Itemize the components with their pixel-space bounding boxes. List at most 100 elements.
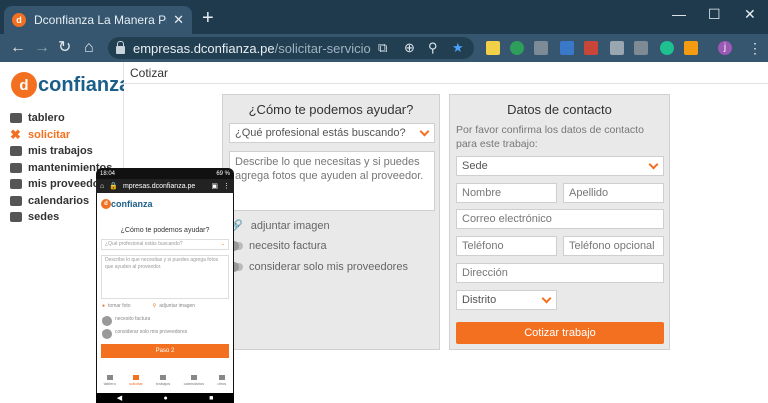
sidebar-item-tablero[interactable]: tablero — [10, 110, 116, 127]
wrench-icon — [10, 162, 22, 173]
close-tab-icon[interactable]: ✕ — [173, 12, 184, 28]
phone-nav-label: otros — [217, 381, 227, 386]
phone-input[interactable]: Teléfono — [456, 236, 557, 256]
professional-select-value: ¿Qué profesional estás buscando? — [235, 127, 406, 139]
home-icon[interactable]: ⌂ — [100, 183, 104, 190]
tabs-icon[interactable]: ▣ — [211, 182, 218, 190]
address-input[interactable]: Dirección — [456, 263, 664, 283]
submit-quote-button[interactable]: Cotizar trabajo — [456, 322, 664, 344]
sidebar-item-label: solicitar — [28, 128, 71, 141]
phone-professional-placeholder: ¿Qué profesional estás buscando? — [105, 241, 183, 247]
screenshot-extension-icon[interactable] — [634, 41, 648, 55]
sede-select[interactable]: Sede — [456, 156, 664, 176]
toggle-icon[interactable] — [102, 328, 112, 339]
tab-title: Dconfianza La Manera Práctica D — [34, 13, 167, 27]
phone-nav-label: calendarios — [183, 381, 205, 386]
dconfianza-logo[interactable]: d confianza — [11, 72, 130, 98]
open-external-icon[interactable]: ⧉ — [378, 37, 387, 59]
minimize-icon[interactable]: — — [672, 6, 686, 22]
sidebar-item-mis-trabajos[interactable]: mis trabajos — [10, 143, 116, 160]
address-bar[interactable]: empresas.dconfianza.pe/solicitar-servici… — [108, 37, 474, 59]
add-icon[interactable]: ⊕ — [404, 37, 415, 59]
phone-url: mpresas.dconfianza.pe — [122, 182, 196, 190]
new-tab-button[interactable]: + — [202, 8, 214, 28]
phone-next-button[interactable]: Paso 2 — [101, 344, 229, 358]
own-providers-toggle[interactable]: considerar solo mis proveedores — [229, 261, 408, 273]
highlighter-extension-icon[interactable] — [486, 41, 500, 55]
description-textarea[interactable]: Describe lo que necesitas y si puedes ag… — [229, 151, 435, 211]
district-select[interactable]: Distrito — [456, 290, 557, 310]
phone-own-providers-label: considerar solo mis proveedores — [115, 329, 188, 335]
nombre-input[interactable]: Nombre — [456, 183, 557, 203]
home-icon[interactable]: ⌂ — [84, 38, 94, 58]
sidebar-item-solicitar[interactable]: ✖ solicitar — [10, 127, 116, 144]
phone-nav-label: solicitar — [129, 381, 143, 386]
chevron-down-icon — [419, 126, 430, 136]
phone-nav-solicitar[interactable]: solicitar — [129, 375, 143, 393]
email-input[interactable]: Correo electrónico — [456, 209, 664, 229]
invoice-toggle[interactable]: necesito factura — [229, 240, 327, 252]
home-icon[interactable]: ● — [163, 395, 167, 402]
paperclip-icon[interactable]: ⚲ — [153, 303, 157, 309]
url-path: /solicitar-servicio — [274, 40, 371, 56]
check-extension-icon[interactable] — [510, 41, 524, 55]
apellido-input[interactable]: Apellido — [563, 183, 664, 203]
phone-own-providers-toggle[interactable]: considerar solo mis proveedores — [102, 328, 188, 339]
take-photo-label[interactable]: tomar foto — [108, 303, 131, 309]
tools-icon: ✖ — [10, 126, 21, 142]
orange-extension-icon[interactable] — [684, 41, 698, 55]
bookmark-star-icon[interactable]: ★ — [452, 37, 464, 59]
page-extension-icon[interactable] — [610, 41, 624, 55]
phone-nav-otros[interactable]: otros — [217, 375, 226, 393]
more-icon — [218, 375, 225, 380]
attach-label[interactable]: adjuntar imagen — [159, 303, 195, 309]
optional-phone-input[interactable]: Teléfono opcional — [563, 236, 664, 256]
phone-address-bar[interactable]: ⌂ 🔒 mpresas.dconfianza.pe ▣ ⋮ — [96, 179, 234, 193]
phone-nav-tablero[interactable]: tablero — [104, 375, 116, 393]
phone-description-textarea[interactable]: Describe lo que necesitas y si puedes ag… — [101, 255, 229, 299]
phone-photo-options: ● tomar foto ⚲ adjuntar imagen — [102, 303, 195, 309]
lock-icon: 🔒 — [109, 183, 118, 190]
toggle-icon[interactable] — [102, 315, 112, 326]
profile-avatar[interactable]: j — [718, 41, 732, 55]
code-extension-icon[interactable] — [534, 41, 548, 55]
pdf-extension-icon[interactable] — [584, 41, 598, 55]
forward-icon[interactable]: → — [34, 38, 50, 58]
tools-icon — [132, 375, 139, 380]
window-close-icon[interactable]: ✕ — [744, 6, 756, 23]
phone-description-placeholder: Describe lo que necesitas y si puedes ag… — [105, 257, 219, 270]
help-title: ¿Cómo te podemos ayudar? — [248, 102, 414, 117]
translate-extension-icon[interactable] — [560, 41, 574, 55]
favicon-icon: d — [12, 13, 26, 27]
zoom-icon[interactable]: ⚲ — [428, 37, 438, 59]
optional-phone-placeholder: Teléfono opcional — [569, 240, 655, 252]
phone-screen: d confianza ¿Cómo te podemos ayudar? ¿Qu… — [97, 193, 233, 393]
phone-invoice-toggle[interactable]: necesito factura — [102, 315, 150, 326]
phone-menu-icon[interactable]: ⋮ — [223, 182, 230, 190]
browser-titlebar: d Dconfianza La Manera Práctica D ✕ + — … — [0, 0, 768, 34]
dashboard-icon — [106, 375, 113, 380]
chevron-down-icon — [648, 159, 659, 169]
dashboard-icon — [10, 113, 22, 124]
phone-professional-select[interactable]: ¿Qué profesional estás buscando? ⌄ — [101, 239, 229, 250]
back-icon[interactable]: ← — [10, 38, 26, 58]
camera-icon[interactable]: ● — [102, 303, 105, 309]
maximize-icon[interactable]: ☐ — [708, 6, 721, 23]
professional-select[interactable]: ¿Qué profesional estás buscando? — [229, 123, 435, 143]
green-extension-icon[interactable] — [660, 41, 674, 55]
phone-nav-calendarios[interactable]: calendarios — [184, 375, 204, 393]
phone-time: 18:04 — [100, 170, 116, 177]
sede-value: Sede — [462, 160, 488, 172]
phone-system-nav: ◀ ● ■ — [96, 393, 234, 403]
recents-icon[interactable]: ■ — [209, 395, 213, 402]
logo-word: confianza — [111, 199, 153, 209]
attach-image-option[interactable]: 🔗 adjuntar imagen — [229, 219, 330, 233]
logo-word: confianza — [38, 73, 131, 96]
back-icon[interactable]: ◀ — [117, 394, 122, 402]
phone-bottom-nav: tablero solicitar trabajos calendarios o… — [97, 375, 233, 393]
browser-menu-icon[interactable]: ⋮ — [748, 38, 762, 58]
contact-subtitle: Por favor confirma los datos de contacto… — [456, 124, 644, 150]
phone-nav-trabajos[interactable]: trabajos — [156, 375, 170, 393]
reload-icon[interactable]: ↻ — [58, 38, 71, 58]
browser-tab[interactable]: d Dconfianza La Manera Práctica D ✕ — [4, 6, 192, 34]
